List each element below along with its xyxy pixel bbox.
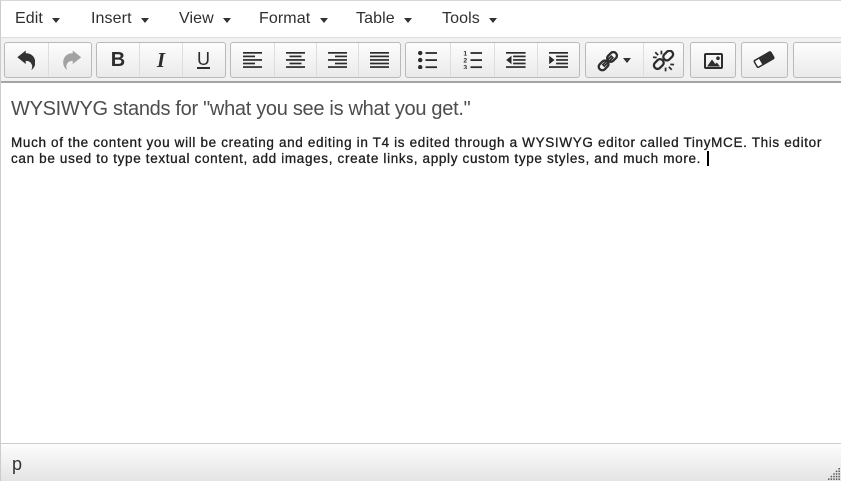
svg-text:1: 1 — [463, 51, 467, 57]
svg-text:3: 3 — [463, 64, 467, 69]
